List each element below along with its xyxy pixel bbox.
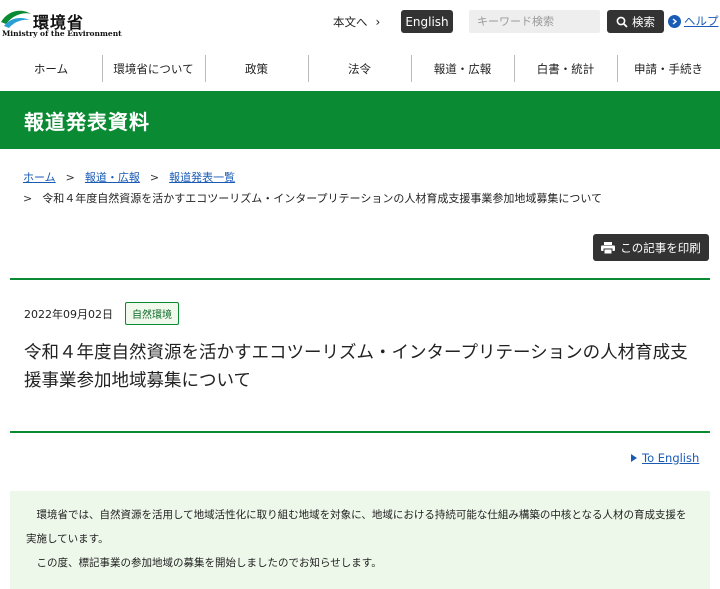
breadcrumb-home[interactable]: ホーム [23, 171, 56, 184]
lead-paragraph: 環境省では、自然資源を活用して地域活性化に取り組む地域を対象に、地域における持続… [26, 508, 687, 545]
skip-link-label: 本文へ [333, 15, 368, 29]
nav-item-press[interactable]: 報道・広報 [411, 46, 514, 91]
help-link-label: ヘルプ [684, 14, 719, 28]
printer-icon [601, 241, 616, 254]
article-header: 2022年09月02日 自然環境 令和４年度自然資源を活かすエコツーリズム・イン… [10, 278, 710, 433]
nav-item-policy[interactable]: 政策 [205, 46, 308, 91]
print-button[interactable]: この記事を印刷 [593, 234, 709, 261]
search-input[interactable] [469, 10, 600, 33]
english-button[interactable]: English [401, 10, 453, 33]
breadcrumb-separator: > [149, 171, 160, 184]
help-link[interactable]: ヘルプ [668, 13, 719, 29]
chevron-circle-icon [668, 14, 681, 28]
article-date: 2022年09月02日 [24, 307, 113, 321]
nav-item-home[interactable]: ホーム [0, 46, 102, 91]
to-english-row: To English [0, 433, 720, 485]
nav-item-laws[interactable]: 法令 [308, 46, 411, 91]
logo-text-en: Ministry of the Environment [2, 29, 122, 38]
search-icon [616, 16, 628, 28]
logo-mark-icon [1, 10, 31, 28]
print-button-label: この記事を印刷 [620, 240, 701, 255]
nav-item-applications[interactable]: 申請・手続き [617, 46, 720, 91]
nav-item-whitepaper[interactable]: 白書・統計 [514, 46, 617, 91]
chevron-right-icon: › [375, 15, 381, 29]
breadcrumb-separator: > [23, 192, 33, 205]
lead-paragraph: この度、標記事業の参加地域の募集を開始しましたのでお知らせします。 [36, 556, 382, 569]
search-button[interactable]: 検索 [607, 10, 664, 33]
breadcrumb-separator: > [65, 171, 75, 184]
lead-paragraph-box: 環境省では、自然資源を活用して地域活性化に取り組む地域を対象に、地域における持続… [10, 490, 710, 589]
breadcrumb: ホーム > 報道・広報 > 報道発表一覧 > 令和４年度自然資源を活かすエコツーリズム・イ… [0, 149, 720, 209]
site-header: 環境省 Ministry of the Environment 本文へ › Eng… [0, 0, 720, 46]
breadcrumb-current: 令和４年度自然資源を活かすエコツーリズム・インタープリテーションの人材育成支援事… [42, 192, 603, 205]
article-title: 令和４年度自然資源を活かすエコツーリズム・インタープリテーションの人材育成支援事… [24, 343, 688, 391]
triangle-right-icon [631, 453, 637, 462]
page-title: 報道発表資料 [0, 91, 720, 149]
article-meta: 2022年09月02日 自然環境 [24, 302, 696, 325]
site-logo[interactable]: 環境省 Ministry of the Environment [0, 6, 122, 40]
to-english-label: To English [642, 450, 700, 465]
search-button-label: 検索 [632, 14, 655, 29]
breadcrumb-press-list[interactable]: 報道発表一覧 [169, 171, 235, 184]
skip-to-content-link[interactable]: 本文へ › [333, 14, 380, 30]
global-nav: ホーム 環境省について 政策 法令 報道・広報 白書・統計 申請・手続き [0, 46, 720, 91]
breadcrumb-press[interactable]: 報道・広報 [85, 171, 140, 184]
to-english-link[interactable]: To English [631, 451, 699, 465]
category-tag: 自然環境 [125, 302, 179, 325]
print-row: この記事を印刷 [0, 209, 720, 265]
nav-item-about[interactable]: 環境省について [102, 46, 205, 91]
